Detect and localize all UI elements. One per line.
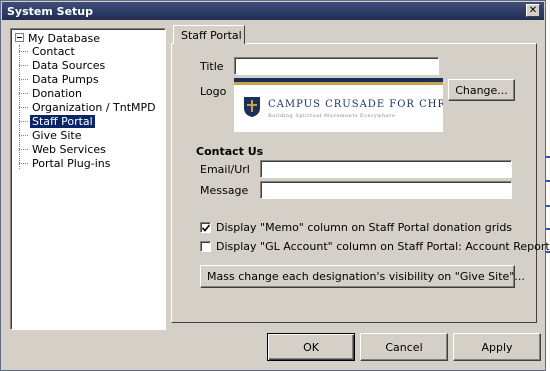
tree-root-label: My Database [28, 32, 100, 45]
logo-tagline: Building Spiritual Movements Everywhere [268, 113, 396, 119]
collapse-icon[interactable] [15, 33, 24, 42]
tree-item-label: Staff Portal [30, 115, 95, 128]
close-button[interactable]: ✕ [526, 4, 540, 17]
system-setup-dialog: System Setup ✕ My Database Contact Data … [0, 0, 550, 371]
title-bar[interactable]: System Setup ✕ [2, 2, 544, 20]
crest-icon [244, 97, 260, 117]
logo-org-name: CAMPUS CRUSADE FOR CHRIST [268, 99, 443, 110]
apply-button[interactable]: Apply [453, 333, 541, 361]
check-icon [202, 224, 210, 232]
tree-item-label: Data Sources [32, 59, 106, 72]
cancel-button[interactable]: Cancel [360, 333, 448, 361]
tree-item-label: Give Site [32, 129, 82, 142]
email-url-input[interactable] [260, 160, 512, 178]
tab-staff-portal[interactable]: Staff Portal [173, 25, 245, 44]
memo-column-label[interactable]: Display "Memo" column on Staff Portal do… [216, 221, 512, 234]
tree-item-label: Contact [32, 45, 75, 58]
message-label: Message [200, 184, 249, 197]
tree-item-label: Portal Plug-ins [32, 157, 111, 170]
tree-item-label: Data Pumps [32, 73, 99, 86]
title-label: Title [200, 60, 224, 73]
email-url-label: Email/Url [200, 163, 250, 176]
ok-button[interactable]: OK [267, 333, 355, 361]
mass-change-visibility-button[interactable]: Mass change each designation's visibilit… [200, 265, 525, 288]
message-input[interactable] [260, 181, 512, 199]
memo-column-checkbox[interactable] [200, 222, 211, 233]
logo-label: Logo [200, 85, 227, 98]
tree-item-label: Organization / TntMPD [32, 101, 156, 114]
tree-item-label: Donation [32, 87, 82, 100]
tree-item-label: Web Services [32, 143, 106, 156]
gl-account-checkbox[interactable] [200, 241, 211, 252]
logo-image: CAMPUS CRUSADE FOR CHRIST Building Spiri… [234, 78, 443, 132]
change-logo-button[interactable]: Change... [448, 79, 515, 101]
window-title: System Setup [7, 5, 93, 18]
background-page-edge [546, 0, 550, 371]
settings-tree[interactable]: My Database Contact Data Sources Data Pu… [10, 28, 166, 330]
contact-us-heading: Contact Us [196, 145, 264, 158]
gl-account-label[interactable]: Display "GL Account" column on Staff Por… [216, 240, 550, 253]
tab-label: Staff Portal [181, 29, 242, 42]
title-input[interactable] [234, 57, 439, 75]
